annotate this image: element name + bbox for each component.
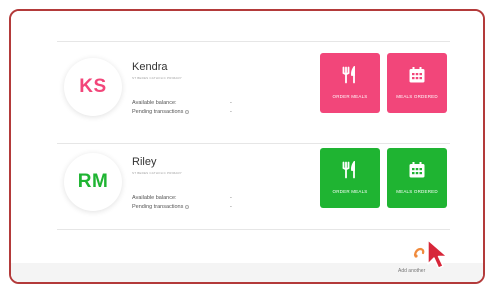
card-divider: [57, 229, 450, 230]
meals-ordered-label: MEALS ORDERED: [396, 94, 438, 99]
child-card-riley: RM Riley ST BEDES CATHOLIC PRIMARY Avail…: [57, 139, 450, 231]
pending-transactions-value: -: [230, 204, 232, 210]
screenshot-frame: KS Kendra ST BEDES CATHOLIC PRIMARY Avai…: [9, 9, 485, 284]
top-divider: [57, 41, 450, 42]
meals-ordered-button[interactable]: MEALS ORDERED: [387, 53, 447, 113]
avatar-initials: RM: [77, 171, 109, 192]
pending-transactions-row: Pending transactions: [132, 109, 190, 115]
calendar-icon: [409, 67, 425, 83]
info-icon[interactable]: [185, 204, 190, 209]
available-balance-label: Available balance:: [132, 195, 177, 201]
cutlery-icon: [342, 161, 355, 179]
school-name: ST BEDES CATHOLIC PRIMARY: [132, 171, 183, 175]
avatar: KS: [64, 58, 122, 116]
order-meals-label: ORDER MEALS: [332, 189, 368, 194]
child-name: Kendra: [132, 61, 168, 73]
child-card-kendra: KS Kendra ST BEDES CATHOLIC PRIMARY Avai…: [57, 44, 450, 136]
meals-ordered-button[interactable]: MEALS ORDERED: [387, 148, 447, 208]
mouse-pointer-icon: [427, 239, 448, 269]
cutlery-icon: [342, 66, 355, 84]
child-accounts-page: KS Kendra ST BEDES CATHOLIC PRIMARY Avai…: [11, 11, 483, 282]
order-meals-button[interactable]: ORDER MEALS: [320, 148, 380, 208]
add-another-link[interactable]: Add another: [398, 268, 425, 274]
order-meals-button[interactable]: ORDER MEALS: [320, 53, 380, 113]
available-balance-label: Available balance:: [132, 100, 177, 106]
avatar: RM: [64, 153, 122, 211]
pending-transactions-row: Pending transactions: [132, 204, 190, 210]
avatar-initials: KS: [79, 76, 107, 97]
available-balance-value: -: [230, 100, 232, 106]
info-icon[interactable]: [185, 109, 190, 114]
meals-ordered-label: MEALS ORDERED: [396, 189, 438, 194]
calendar-icon: [409, 162, 425, 178]
pending-transactions-label: Pending transactions: [132, 109, 184, 115]
pending-transactions-value: -: [230, 109, 232, 115]
order-meals-label: ORDER MEALS: [332, 94, 368, 99]
available-balance-value: -: [230, 195, 232, 201]
child-name: Riley: [132, 156, 157, 168]
add-child-icon[interactable]: [413, 247, 425, 259]
pending-transactions-label: Pending transactions: [132, 204, 184, 210]
school-name: ST BEDES CATHOLIC PRIMARY: [132, 76, 183, 80]
